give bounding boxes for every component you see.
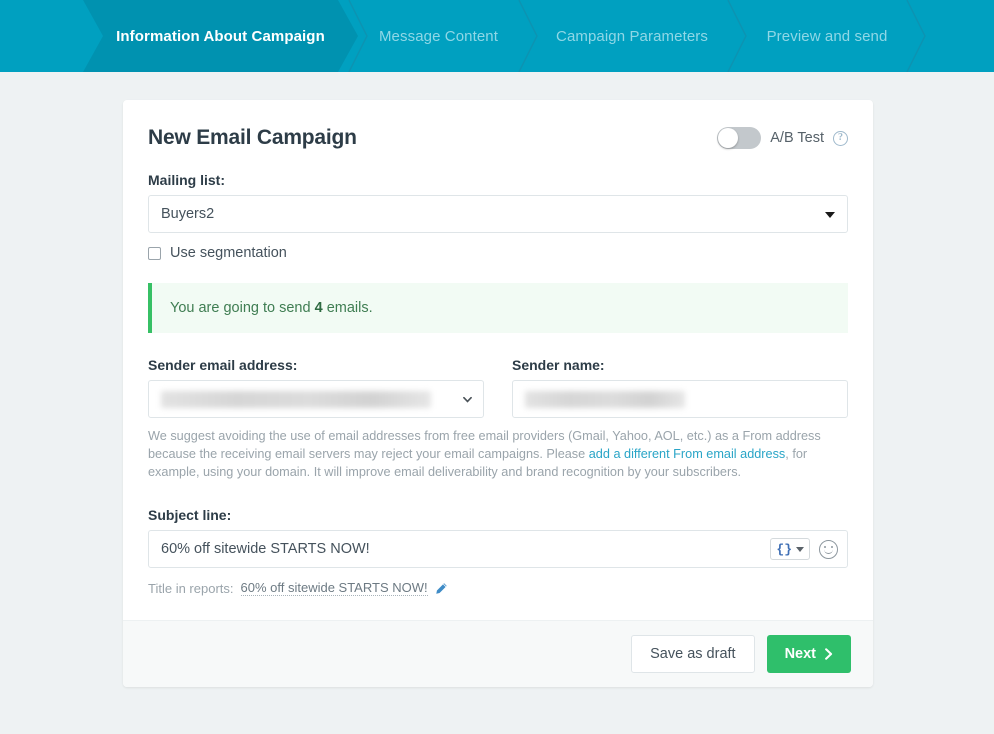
alert-suffix: emails.: [323, 300, 373, 316]
next-button[interactable]: Next: [767, 635, 851, 673]
send-count-alert: You are going to send 4 emails.: [148, 283, 848, 333]
subject-line-value: 60% off sitewide STARTS NOW!: [161, 541, 370, 557]
tab-label: Campaign Parameters: [550, 28, 714, 45]
sender-name-input[interactable]: [512, 380, 848, 418]
merge-tag-icon[interactable]: {}: [770, 538, 810, 560]
alert-prefix: You are going to send: [170, 300, 315, 316]
tab-label: Message Content: [373, 28, 504, 45]
campaign-form-body: New Email Campaign A/B Test ? Mailing li…: [123, 100, 873, 620]
card-footer: Save as draft Next: [123, 620, 873, 687]
tab-preview-and-send[interactable]: Preview and send: [744, 0, 910, 72]
tab-label: Preview and send: [761, 28, 894, 45]
ab-test-control: A/B Test ?: [717, 127, 848, 149]
next-button-label: Next: [785, 646, 816, 662]
sender-email-help-text: We suggest avoiding the use of email add…: [148, 427, 848, 481]
pencil-icon[interactable]: [435, 582, 448, 595]
title-in-reports-row: Title in reports: 60% off sitewide START…: [148, 580, 848, 596]
ab-test-label: A/B Test: [770, 130, 824, 146]
wizard-tabs: Information About Campaign Message Conte…: [0, 0, 994, 72]
use-segmentation-label: Use segmentation: [170, 245, 287, 261]
question-circle-icon[interactable]: ?: [833, 131, 848, 146]
sender-email-label: Sender email address:: [148, 357, 484, 373]
tab-label: Information About Campaign: [110, 28, 331, 45]
mailing-list-label: Mailing list:: [148, 172, 848, 188]
subject-line-label: Subject line:: [148, 507, 848, 523]
sender-email-group: Sender email address:: [148, 357, 484, 418]
alert-email-count: 4: [315, 300, 323, 316]
title-in-reports-value[interactable]: 60% off sitewide STARTS NOW!: [241, 580, 428, 596]
wizard-step-bar: Information About Campaign Message Conte…: [0, 0, 994, 72]
sender-email-redacted-value: [161, 391, 431, 408]
mailing-list-select[interactable]: Buyers2: [148, 195, 848, 233]
merge-tag-glyph: {}: [776, 543, 792, 556]
title-in-reports-label: Title in reports:: [148, 581, 234, 596]
page-content: New Email Campaign A/B Test ? Mailing li…: [0, 72, 994, 734]
chevron-down-icon: [796, 547, 804, 552]
emoji-smiley-icon[interactable]: [819, 540, 838, 559]
ab-test-toggle[interactable]: [717, 127, 761, 149]
toggle-knob: [718, 128, 738, 148]
chevron-down-icon: [463, 395, 472, 404]
add-from-address-link[interactable]: add a different From email address: [589, 447, 786, 461]
subject-line-input[interactable]: 60% off sitewide STARTS NOW! {}: [148, 530, 848, 568]
mailing-list-value: Buyers2: [161, 206, 214, 222]
page-title: New Email Campaign: [148, 126, 357, 150]
sender-name-group: Sender name:: [512, 357, 848, 418]
campaign-form-card: New Email Campaign A/B Test ? Mailing li…: [123, 100, 873, 687]
card-header: New Email Campaign A/B Test ?: [148, 126, 848, 150]
subject-line-tools: {}: [770, 538, 838, 560]
chevron-right-icon: [824, 648, 833, 660]
use-segmentation-checkbox-row[interactable]: Use segmentation: [148, 245, 848, 261]
triangle-down-icon: [825, 212, 835, 218]
sender-name-label: Sender name:: [512, 357, 848, 373]
use-segmentation-checkbox[interactable]: [148, 247, 161, 260]
tab-campaign-parameters[interactable]: Campaign Parameters: [534, 0, 730, 72]
tab-message-content[interactable]: Message Content: [360, 0, 517, 72]
sender-email-select[interactable]: [148, 380, 484, 418]
sender-name-redacted-value: [525, 391, 685, 408]
save-as-draft-button[interactable]: Save as draft: [631, 635, 754, 673]
sender-fields-row: Sender email address: Sender name:: [148, 357, 848, 418]
subject-line-group: Subject line: 60% off sitewide STARTS NO…: [148, 507, 848, 596]
